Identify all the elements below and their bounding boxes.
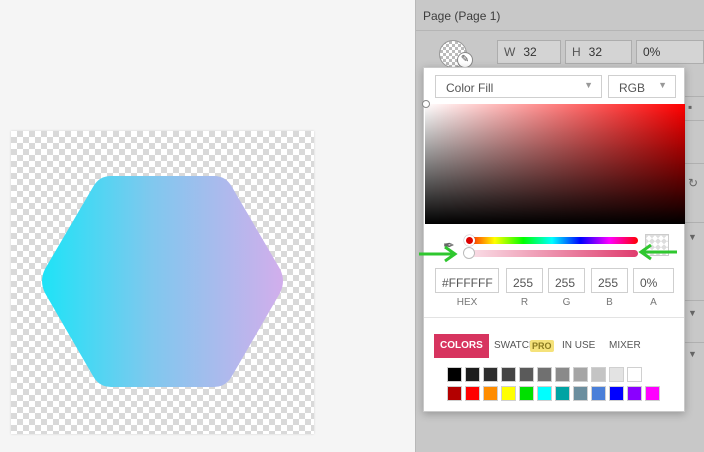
canvas-area[interactable]: [0, 0, 415, 452]
fill-type-select[interactable]: Color Fill ▼: [435, 75, 602, 98]
color-mode-value: RGB: [619, 81, 646, 95]
b-input[interactable]: [591, 268, 628, 293]
saturation-handle[interactable]: [422, 100, 430, 108]
color-swatch[interactable]: [609, 367, 624, 382]
eyedropper-icon[interactable]: ✎: [457, 52, 473, 68]
color-swatch[interactable]: [501, 367, 516, 382]
divider: [424, 317, 684, 318]
alpha-slider[interactable]: [463, 247, 638, 259]
height-label: H: [572, 45, 581, 59]
width-field[interactable]: W 32: [497, 40, 561, 64]
hue-slider[interactable]: [464, 235, 638, 246]
color-swatch[interactable]: [465, 367, 480, 382]
page-title: Page (Page 1): [416, 0, 704, 31]
saturation-value-area[interactable]: [422, 100, 685, 224]
annotation-arrow-left: [638, 243, 677, 261]
g-label: G: [562, 297, 571, 308]
pro-badge: PRO: [530, 340, 554, 352]
hexagon-path[interactable]: [42, 176, 283, 387]
color-swatch[interactable]: [627, 386, 642, 401]
height-field[interactable]: H 32: [565, 40, 632, 64]
color-swatch[interactable]: [465, 386, 480, 401]
hex-label: HEX: [456, 297, 478, 308]
chevron-down-icon: ▼: [584, 80, 593, 90]
color-swatch[interactable]: [555, 367, 570, 382]
color-swatch[interactable]: [555, 386, 570, 401]
width-value: 32: [523, 45, 537, 59]
hexagon-shape[interactable]: [11, 131, 314, 434]
color-swatch[interactable]: [645, 386, 660, 401]
color-swatch[interactable]: [483, 367, 498, 382]
chevron-down-icon[interactable]: ▼: [688, 349, 697, 359]
alpha-input[interactable]: [633, 268, 674, 293]
color-swatch[interactable]: [447, 367, 462, 382]
color-swatch[interactable]: [573, 386, 588, 401]
panel-row-divider: [685, 222, 704, 223]
g-input[interactable]: [548, 268, 585, 293]
color-swatch[interactable]: [483, 386, 498, 401]
color-swatch[interactable]: [609, 386, 624, 401]
color-swatch[interactable]: [501, 386, 516, 401]
color-swatch[interactable]: [573, 367, 588, 382]
color-swatch[interactable]: [537, 386, 552, 401]
chevron-down-icon[interactable]: ▼: [688, 232, 697, 242]
chevron-down-icon: ▼: [658, 80, 667, 90]
tab-colors[interactable]: COLORS: [434, 334, 489, 358]
color-swatch[interactable]: [519, 367, 534, 382]
opacity-field[interactable]: 0%: [636, 40, 704, 64]
color-swatch[interactable]: [591, 367, 606, 382]
color-swatch[interactable]: [537, 367, 552, 382]
panel-row-divider: [685, 96, 704, 97]
align-icon[interactable]: ▪: [688, 100, 692, 114]
annotation-arrow-right: [419, 245, 458, 263]
color-swatch[interactable]: [591, 386, 606, 401]
color-picker-popup: Color Fill ▼ RGB ▼ ✒ HEX R G B A COLORS …: [422, 67, 685, 412]
r-label: R: [520, 297, 529, 308]
tab-in-use[interactable]: IN USE: [556, 334, 601, 358]
b-label: B: [606, 297, 613, 308]
rotate-icon[interactable]: ↻: [688, 176, 698, 190]
opacity-value: 0%: [643, 45, 661, 59]
panel-row-divider: [685, 300, 704, 301]
color-swatch[interactable]: [447, 386, 462, 401]
alpha-handle[interactable]: [463, 247, 475, 259]
hue-handle[interactable]: [464, 235, 475, 246]
r-input[interactable]: [506, 268, 543, 293]
color-mode-select[interactable]: RGB ▼: [608, 75, 676, 98]
fill-type-value: Color Fill: [446, 81, 494, 95]
artboard[interactable]: [11, 131, 314, 434]
alpha-label: A: [650, 297, 657, 308]
height-value: 32: [588, 45, 603, 59]
panel-row-divider: [685, 342, 704, 343]
width-label: W: [504, 45, 516, 59]
color-swatch[interactable]: [627, 367, 642, 382]
panel-row-divider: [685, 120, 704, 121]
panel-row-divider: [685, 163, 704, 164]
color-swatch[interactable]: [519, 386, 534, 401]
tab-mixer[interactable]: MIXER: [603, 334, 647, 358]
hex-input[interactable]: [435, 268, 499, 293]
chevron-down-icon[interactable]: ▼: [688, 308, 697, 318]
